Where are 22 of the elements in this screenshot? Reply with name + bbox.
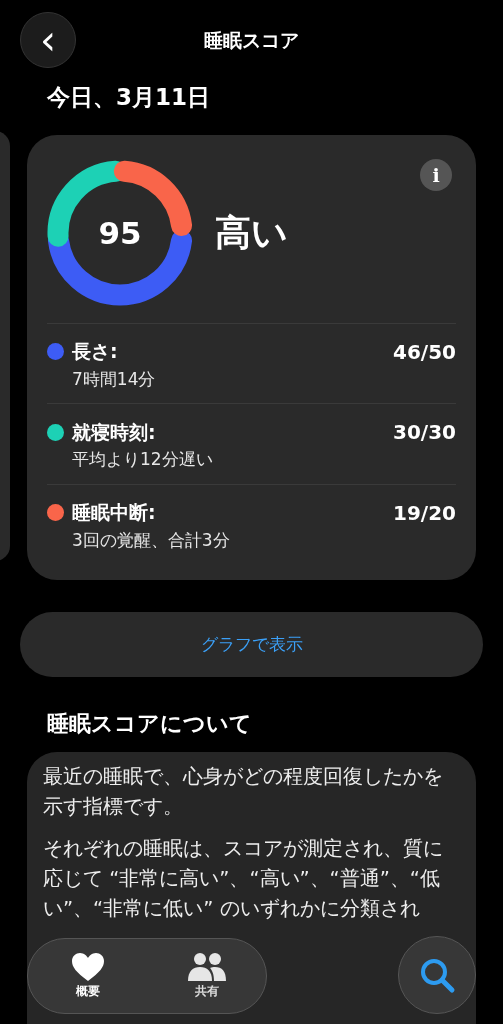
people-icon bbox=[186, 952, 227, 982]
paragraph: 最近の睡眠で、心身がどの程度回復したかを示す指標です。 bbox=[43, 764, 444, 820]
metric-label: 長さ: bbox=[72, 339, 118, 365]
metric-detail: 平均より12分遅い bbox=[72, 448, 214, 471]
metric-detail: 3回の覚醒、合計3分 bbox=[72, 528, 231, 552]
metric-label: 就寝時刻: bbox=[72, 419, 156, 445]
paragraph: それぞれの睡眠は、スコアが測定され、質に応じて “非常に高い”、“高い”、“普通”、“低い”、“非常に低い” のいずれかに分類され bbox=[43, 836, 444, 922]
metric-points: 30/30 bbox=[393, 419, 456, 446]
score-rating: 高い bbox=[215, 210, 288, 255]
tab[interactable]: 共有 bbox=[176, 948, 237, 1004]
back-button[interactable]: ‹ bbox=[20, 12, 76, 68]
metric-points: 46/50 bbox=[393, 338, 456, 366]
graph-button[interactable]: グラフで表示 bbox=[20, 612, 483, 677]
score-value: 95 bbox=[97, 213, 143, 253]
page-title: 睡眠スコア bbox=[203, 28, 300, 53]
section-heading: 睡眠スコアについて bbox=[47, 710, 253, 738]
metric-points: 19/20 bbox=[393, 499, 456, 527]
date-heading: 今日、3月11日 bbox=[47, 83, 211, 112]
tab[interactable]: 概要 bbox=[57, 948, 118, 1004]
metric-detail: 7時間14分 bbox=[72, 367, 157, 391]
info-icon[interactable]: i bbox=[420, 158, 452, 191]
metric-label: 睡眠中断: bbox=[72, 500, 156, 526]
